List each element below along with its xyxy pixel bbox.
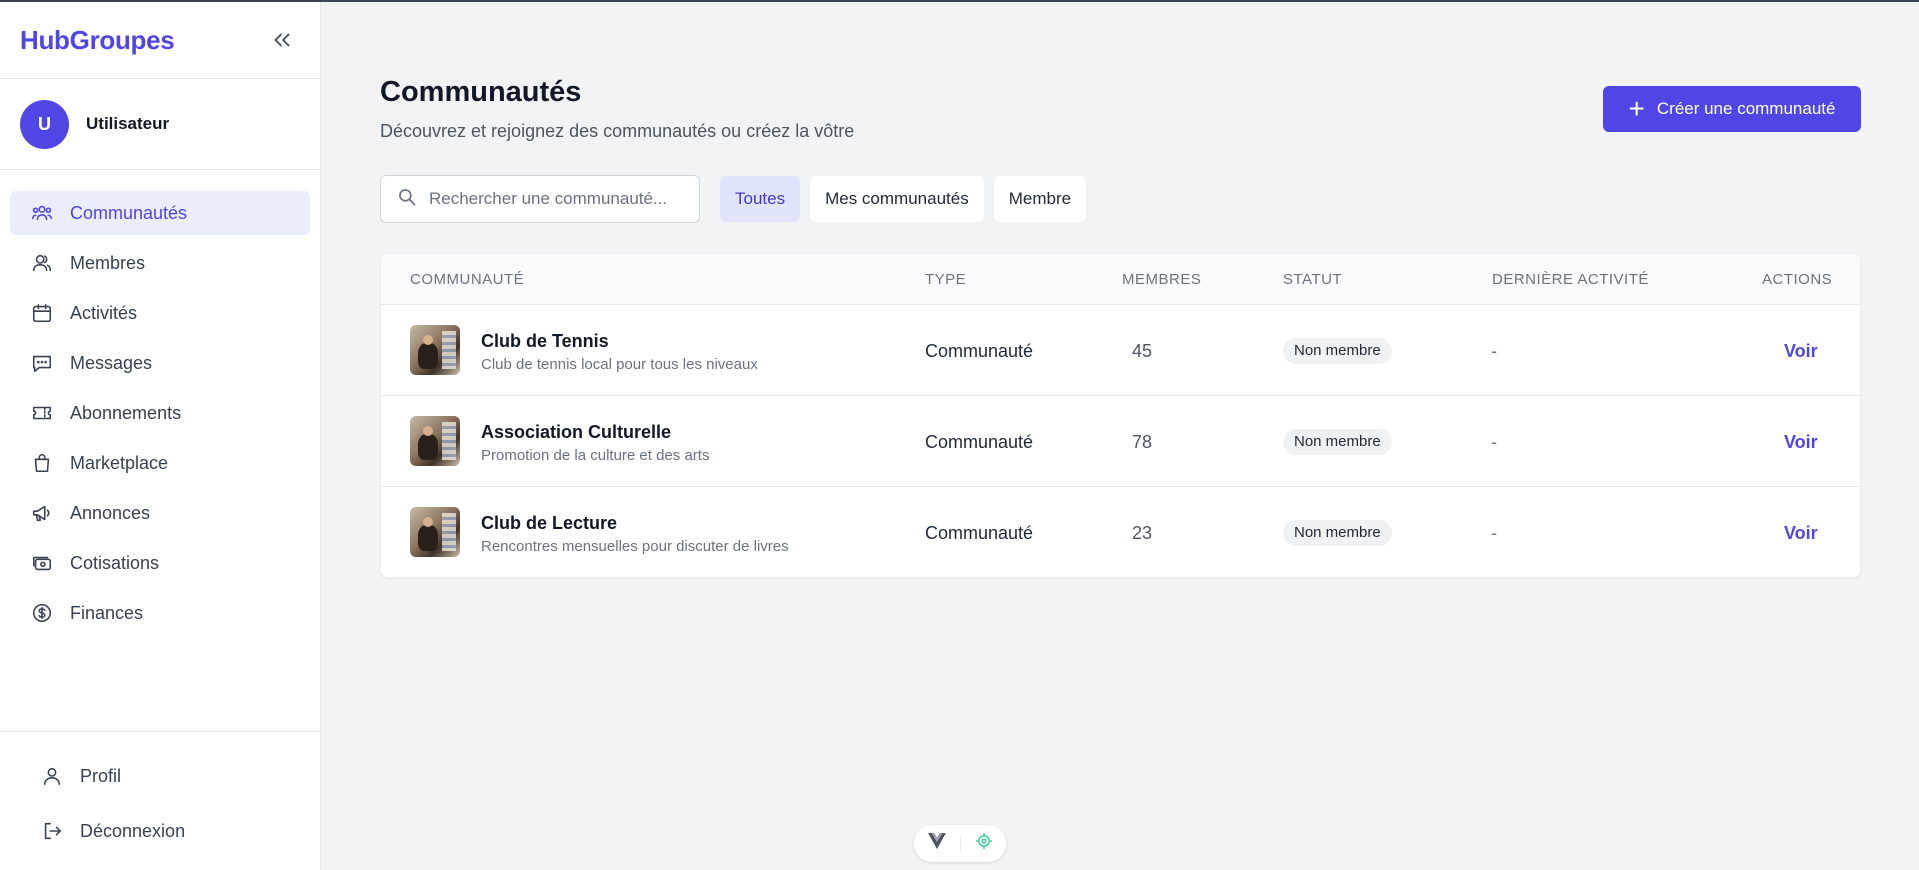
community-description: Club de tennis local pour tous les nivea… bbox=[481, 356, 758, 373]
collapse-sidebar-icon[interactable] bbox=[268, 26, 296, 54]
last-activity: - bbox=[1491, 523, 1497, 543]
inspect-target-icon[interactable] bbox=[975, 832, 993, 855]
search-input[interactable] bbox=[429, 189, 679, 209]
community-members: 45 bbox=[1132, 341, 1153, 361]
community-name: Club de Tennis bbox=[481, 331, 609, 351]
shopping-bag-icon bbox=[30, 451, 54, 475]
sidebar-item-label: Finances bbox=[70, 602, 144, 623]
community-thumbnail bbox=[410, 325, 460, 375]
column-header-type: TYPE bbox=[925, 271, 967, 288]
create-community-button[interactable]: + Créer une communauté bbox=[1603, 86, 1861, 132]
column-header-communaute: COMMUNAUTÉ bbox=[410, 271, 525, 288]
filter-mes-communautes[interactable]: Mes communautés bbox=[810, 176, 984, 222]
toolbar-separator bbox=[959, 835, 961, 852]
sidebar-item-label: Annonces bbox=[70, 502, 151, 523]
sidebar-item-label: Déconnexion bbox=[80, 820, 186, 841]
chat-icon bbox=[30, 351, 54, 375]
column-header-actions: ACTIONS bbox=[1762, 271, 1833, 288]
avatar: U bbox=[20, 99, 69, 149]
filter-tabs: Toutes Mes communautés Membre bbox=[720, 176, 1087, 222]
sidebar-item-activites[interactable]: Activités bbox=[10, 291, 310, 335]
page-title: Communautés bbox=[380, 76, 582, 108]
communities-table: COMMUNAUTÉ TYPE MEMBRES STATUT DERNIÈRE … bbox=[380, 253, 1861, 578]
vue-devtools-icon[interactable] bbox=[927, 833, 946, 854]
sidebar-item-finances[interactable]: Finances bbox=[10, 591, 310, 635]
column-header-statut: STATUT bbox=[1283, 271, 1343, 288]
status-badge: Non membre bbox=[1283, 429, 1392, 455]
sidebar-item-deconnexion[interactable]: Déconnexion bbox=[10, 809, 310, 853]
sidebar-item-label: Membres bbox=[70, 252, 146, 273]
community-type: Communauté bbox=[925, 432, 1034, 452]
sidebar-item-label: Cotisations bbox=[70, 552, 160, 573]
community-name: Club de Lecture bbox=[481, 513, 618, 533]
sidebar-item-label: Communautés bbox=[70, 202, 188, 223]
sidebar-item-messages[interactable]: Messages bbox=[10, 341, 310, 385]
page-subtitle: Découvrez et rejoignez des communautés o… bbox=[380, 121, 855, 141]
logout-icon bbox=[40, 819, 64, 843]
column-header-derniere-activite: DERNIÈRE ACTIVITÉ bbox=[1492, 271, 1649, 288]
sidebar-header: HubGroupes bbox=[0, 2, 320, 79]
community-members: 23 bbox=[1132, 523, 1153, 543]
user-icon bbox=[40, 764, 64, 788]
status-badge: Non membre bbox=[1283, 338, 1392, 364]
sidebar-item-annonces[interactable]: Annonces bbox=[10, 491, 310, 535]
community-type: Communauté bbox=[925, 523, 1034, 543]
last-activity: - bbox=[1491, 341, 1497, 361]
sidebar-item-communautes[interactable]: Communautés bbox=[10, 191, 310, 235]
sidebar-item-abonnements[interactable]: Abonnements bbox=[10, 391, 310, 435]
table-row[interactable]: Club de Lecture Rencontres mensuelles po… bbox=[381, 487, 1860, 577]
megaphone-icon bbox=[30, 501, 54, 525]
view-link[interactable]: Voir bbox=[1784, 341, 1818, 362]
sidebar-item-marketplace[interactable]: Marketplace bbox=[10, 441, 310, 485]
filter-membre[interactable]: Membre bbox=[993, 176, 1087, 222]
user-profile[interactable]: U Utilisateur bbox=[0, 79, 320, 170]
sidebar: HubGroupes U Utilisateur Communautés Mem… bbox=[0, 2, 321, 870]
sidebar-item-label: Marketplace bbox=[70, 452, 169, 473]
column-header-membres: MEMBRES bbox=[1122, 271, 1202, 288]
sidebar-item-profil[interactable]: Profil bbox=[10, 754, 310, 798]
community-thumbnail bbox=[410, 507, 460, 557]
view-link[interactable]: Voir bbox=[1784, 432, 1818, 453]
sidebar-footer: Profil Déconnexion bbox=[0, 731, 320, 864]
sidebar-nav: Communautés Membres Activités Messages A… bbox=[0, 170, 320, 635]
cash-icon bbox=[30, 551, 54, 575]
users-group-icon bbox=[30, 201, 54, 225]
community-name: Association Culturelle bbox=[481, 422, 672, 442]
filter-toutes[interactable]: Toutes bbox=[720, 176, 801, 222]
table-header: COMMUNAUTÉ TYPE MEMBRES STATUT DERNIÈRE … bbox=[381, 254, 1860, 305]
community-description: Rencontres mensuelles pour discuter de l… bbox=[481, 538, 789, 555]
community-type: Communauté bbox=[925, 341, 1034, 361]
sidebar-item-label: Profil bbox=[80, 765, 122, 786]
search-box bbox=[380, 175, 700, 223]
table-row[interactable]: Club de Tennis Club de tennis local pour… bbox=[381, 305, 1860, 396]
sidebar-item-label: Abonnements bbox=[70, 402, 182, 423]
create-community-label: Créer une communauté bbox=[1656, 99, 1836, 118]
calendar-icon bbox=[30, 301, 54, 325]
sidebar-item-cotisations[interactable]: Cotisations bbox=[10, 541, 310, 585]
community-members: 78 bbox=[1132, 432, 1153, 452]
sidebar-item-label: Messages bbox=[70, 352, 153, 373]
last-activity: - bbox=[1491, 432, 1497, 452]
status-badge: Non membre bbox=[1283, 520, 1392, 546]
ticket-icon bbox=[30, 401, 54, 425]
brand-logo[interactable]: HubGroupes bbox=[20, 25, 175, 56]
sidebar-item-membres[interactable]: Membres bbox=[10, 241, 310, 285]
community-thumbnail bbox=[410, 416, 460, 466]
sidebar-item-label: Activités bbox=[70, 302, 138, 323]
table-row[interactable]: Association Culturelle Promotion de la c… bbox=[381, 396, 1860, 487]
community-description: Promotion de la culture et des arts bbox=[481, 447, 710, 464]
members-icon bbox=[30, 251, 54, 275]
search-icon bbox=[397, 187, 417, 212]
dollar-circle-icon bbox=[30, 601, 54, 625]
user-name: Utilisateur bbox=[86, 114, 170, 133]
plus-icon: + bbox=[1628, 93, 1645, 124]
view-link[interactable]: Voir bbox=[1784, 523, 1818, 544]
devtools-toolbar bbox=[914, 825, 1006, 862]
